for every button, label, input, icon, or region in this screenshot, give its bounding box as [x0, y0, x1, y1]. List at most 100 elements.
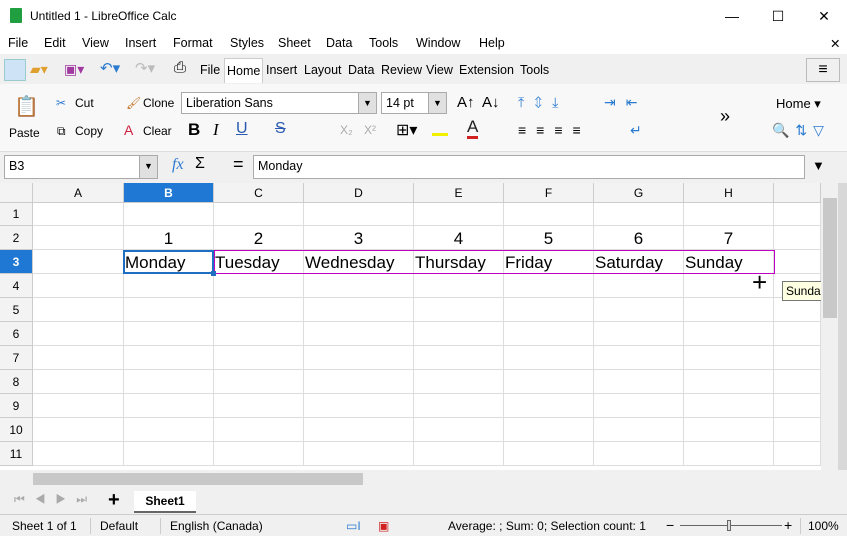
column-header-E[interactable]: E	[414, 183, 504, 203]
cell-H11[interactable]	[684, 442, 774, 466]
cell-F10[interactable]	[504, 418, 594, 442]
cell-D10[interactable]	[304, 418, 414, 442]
cell-D8[interactable]	[304, 370, 414, 394]
maximize-button[interactable]: ☐	[755, 0, 801, 32]
column-header-F[interactable]: F	[504, 183, 594, 203]
sheet-tab-sheet1[interactable]: Sheet1	[134, 491, 196, 513]
close-document-icon[interactable]: ✕	[830, 36, 840, 51]
cell-I6[interactable]	[774, 322, 821, 346]
menu-help[interactable]: Help	[479, 36, 505, 50]
row-header-9[interactable]: 9	[0, 394, 33, 418]
spreadsheet-grid[interactable]: A B C D E F G H 1 2 1 2 3 4 5 6 7 3 Monday Tuesday Wednesday…	[0, 183, 821, 470]
fill-handle[interactable]	[211, 271, 216, 276]
function-wizard-icon[interactable]: fx	[172, 156, 184, 174]
cell-G4[interactable]	[594, 274, 684, 298]
cell-F4[interactable]	[504, 274, 594, 298]
vertical-align-icons[interactable]: ⤒⇕⤓	[518, 94, 568, 111]
menu-view[interactable]: View	[82, 36, 109, 50]
cell-A6[interactable]	[33, 322, 124, 346]
find-sort-filter-icons[interactable]: 🔍⇅▽	[772, 122, 830, 139]
zoom-slider[interactable]	[680, 525, 782, 526]
cell-C9[interactable]	[214, 394, 304, 418]
cell-F6[interactable]	[504, 322, 594, 346]
column-header-G[interactable]: G	[594, 183, 684, 203]
cell-G5[interactable]	[594, 298, 684, 322]
cell-A8[interactable]	[33, 370, 124, 394]
menu-edit[interactable]: Edit	[44, 36, 66, 50]
cell-C2[interactable]: 2	[214, 226, 304, 250]
cell-A9[interactable]	[33, 394, 124, 418]
cell-E7[interactable]	[414, 346, 504, 370]
cell-A5[interactable]	[33, 298, 124, 322]
status-page-style[interactable]: Default	[100, 519, 138, 533]
cell-A1[interactable]	[33, 203, 124, 226]
cell-C1[interactable]	[214, 203, 304, 226]
cell-I2[interactable]	[774, 226, 821, 250]
zoom-slider-thumb[interactable]	[727, 520, 731, 531]
cell-A11[interactable]	[33, 442, 124, 466]
cell-A2[interactable]	[33, 226, 124, 250]
grow-font-icon[interactable]: A↑	[457, 94, 475, 111]
underline-button[interactable]: U	[236, 120, 248, 138]
cell-E6[interactable]	[414, 322, 504, 346]
close-button[interactable]: ✕	[801, 0, 847, 32]
copy-button[interactable]: Copy	[75, 124, 103, 138]
cell-A4[interactable]	[33, 274, 124, 298]
sum-icon[interactable]: Σ	[195, 155, 205, 173]
cell-D11[interactable]	[304, 442, 414, 466]
highlight-color-icon[interactable]	[432, 122, 448, 136]
cell-I1[interactable]	[774, 203, 821, 226]
cell-E1[interactable]	[414, 203, 504, 226]
menu-sheet[interactable]: Sheet	[278, 36, 311, 50]
font-size-combo[interactable]: 14 pt ▼	[381, 92, 447, 114]
horizontal-align-icons[interactable]: ≡≡≡≡	[518, 122, 591, 138]
column-header-B[interactable]: B	[124, 183, 214, 203]
cell-B7[interactable]	[124, 346, 214, 370]
cell-B1[interactable]	[124, 203, 214, 226]
tab-tools[interactable]: Tools	[520, 63, 549, 77]
column-header-I[interactable]	[774, 183, 821, 203]
paste-button[interactable]: Paste	[9, 126, 40, 140]
bold-button[interactable]: B	[188, 120, 200, 140]
cell-G2[interactable]: 6	[594, 226, 684, 250]
horizontal-scrollbar[interactable]	[33, 473, 363, 485]
cell-B5[interactable]	[124, 298, 214, 322]
minimize-button[interactable]: —	[709, 0, 755, 32]
tab-insert[interactable]: Insert	[266, 63, 297, 77]
cell-D1[interactable]	[304, 203, 414, 226]
chevron-down-icon[interactable]: ▼	[358, 93, 376, 113]
row-header-8[interactable]: 8	[0, 370, 33, 394]
selection-mode-icon[interactable]: ▭I	[346, 519, 361, 533]
more-button[interactable]: »	[720, 106, 730, 127]
vertical-scrollbar[interactable]	[821, 183, 839, 470]
cell-C7[interactable]	[214, 346, 304, 370]
clear-button[interactable]: Clear	[143, 124, 172, 138]
name-box[interactable]: B3 ▼	[4, 155, 158, 179]
font-color-icon[interactable]: A	[467, 118, 479, 139]
tab-view[interactable]: View	[426, 63, 453, 77]
cell-D6[interactable]	[304, 322, 414, 346]
open-icon[interactable]: ▰▾	[30, 61, 48, 78]
menu-tools[interactable]: Tools	[369, 36, 398, 50]
cell-B4[interactable]	[124, 274, 214, 298]
cell-I5[interactable]	[774, 298, 821, 322]
clone-button[interactable]: Clone	[143, 96, 174, 110]
tab-review[interactable]: Review	[381, 63, 422, 77]
cell-G6[interactable]	[594, 322, 684, 346]
cell-A7[interactable]	[33, 346, 124, 370]
undo-icon[interactable]: ↶▾	[100, 59, 120, 77]
cell-D5[interactable]	[304, 298, 414, 322]
cell-I8[interactable]	[774, 370, 821, 394]
strikethrough-button[interactable]: S	[275, 120, 286, 138]
menu-format[interactable]: Format	[173, 36, 213, 50]
menu-styles[interactable]: Styles	[230, 36, 264, 50]
cell-B11[interactable]	[124, 442, 214, 466]
row-header-10[interactable]: 10	[0, 418, 33, 442]
cell-E9[interactable]	[414, 394, 504, 418]
column-header-A[interactable]: A	[33, 183, 124, 203]
cell-B2[interactable]: 1	[124, 226, 214, 250]
formula-icon[interactable]: =	[233, 154, 244, 175]
cell-H6[interactable]	[684, 322, 774, 346]
expand-formula-icon[interactable]: ▼	[812, 158, 825, 173]
cell-A3[interactable]	[33, 250, 124, 274]
